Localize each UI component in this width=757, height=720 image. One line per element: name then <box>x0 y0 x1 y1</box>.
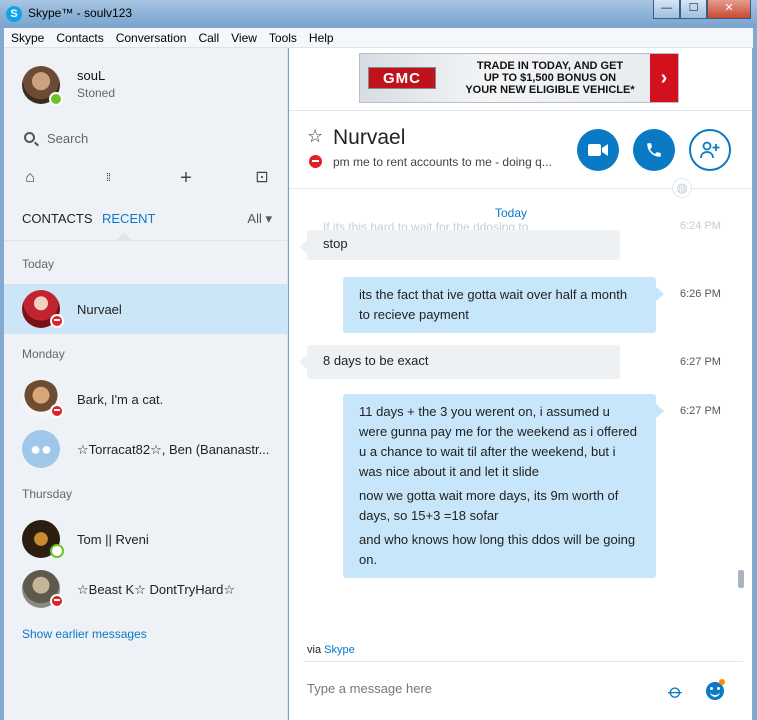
message-bubble-incoming[interactable]: stop <box>299 230 620 260</box>
paperclip-icon[interactable]: ⌀ <box>663 678 689 704</box>
menu-help[interactable]: Help <box>303 28 340 47</box>
section-label-monday: Monday <box>22 347 65 361</box>
message-text: 11 days + the 3 you werent on, i assumed… <box>359 404 637 479</box>
divider <box>289 110 752 111</box>
video-call-button[interactable] <box>577 129 619 171</box>
profile-mood[interactable]: Stoned <box>77 86 115 100</box>
window-title: Skype™ - soulv123 <box>28 6 133 20</box>
dnd-status-icon <box>50 404 64 418</box>
add-person-icon <box>700 141 720 159</box>
tab-recent[interactable]: RECENT <box>102 211 155 226</box>
menu-contacts[interactable]: Contacts <box>50 28 109 47</box>
message-timestamp: 6:24 PM <box>680 220 721 232</box>
contact-item-group[interactable]: ●● ☆Torracat82☆, Ben (Bananastr... <box>4 424 288 474</box>
via-skype-link[interactable]: Skype <box>324 644 355 656</box>
menu-tools[interactable]: Tools <box>263 28 303 47</box>
maximize-button[interactable]: ☐ <box>680 0 707 19</box>
contact-tabs: CONTACTS RECENT All ▾ <box>22 211 272 229</box>
contact-item-beast[interactable]: ☆Beast K☆ DontTryHard☆ <box>4 564 288 614</box>
minimize-button[interactable]: — <box>653 0 680 19</box>
skype-logo-icon: S <box>6 6 22 22</box>
filter-dropdown[interactable]: All ▾ <box>247 211 272 227</box>
message-timestamp: 6:27 PM <box>680 356 721 368</box>
dnd-status-icon <box>50 594 64 608</box>
conversation-mood: pm me to rent accounts to me - doing q..… <box>333 155 552 169</box>
menu-view[interactable]: View <box>225 28 263 47</box>
phone-icon <box>647 143 661 157</box>
add-contact-icon[interactable]: + <box>176 168 196 188</box>
home-icon[interactable]: ⌂ <box>20 168 40 188</box>
section-label-thursday: Thursday <box>22 487 73 501</box>
message-timestamp: 6:27 PM <box>680 405 721 417</box>
audio-call-button[interactable] <box>633 129 675 171</box>
sidebar: souL Stoned Search ⌂ ⁞⁞ + ⊡ CONTACTS REC… <box>4 48 288 720</box>
message-text: 8 days to be exact <box>323 353 429 368</box>
offline-status-icon <box>50 544 64 558</box>
chevron-right-icon[interactable]: › <box>650 54 678 102</box>
conversation-title[interactable]: Nurvael <box>333 126 405 150</box>
message-timestamp: 6:26 PM <box>680 288 721 300</box>
bot-icon[interactable]: ⊡ <box>252 168 272 188</box>
ad-brand-logo: GMC <box>368 67 436 89</box>
message-bubble-outgoing[interactable]: 11 days + the 3 you werent on, i assumed… <box>343 394 664 578</box>
show-earlier-link[interactable]: Show earlier messages <box>22 627 147 641</box>
contact-name: ☆Torracat82☆, Ben (Bananastr... <box>77 442 270 457</box>
message-text: now we gotta wait more days, its 9m wort… <box>359 488 619 523</box>
dnd-status-icon <box>50 314 64 328</box>
contact-name: Tom || Rveni <box>77 532 149 547</box>
message-text: and who knows how long this ddos will be… <box>359 532 636 567</box>
ad-text: TRADE IN TODAY, AND GET UP TO $1,500 BON… <box>465 60 635 96</box>
ad-banner[interactable]: GMC TRADE IN TODAY, AND GET UP TO $1,500… <box>359 53 679 103</box>
contact-item-tom[interactable]: Tom || Rveni <box>4 514 288 564</box>
tab-contacts[interactable]: CONTACTS <box>22 211 93 226</box>
message-bubble-incoming[interactable]: 8 days to be exact <box>299 345 620 379</box>
online-status-icon <box>49 92 63 106</box>
close-button[interactable]: ✕ <box>707 0 751 19</box>
contact-item-nurvael[interactable]: Nurvael <box>4 284 288 334</box>
message-text: stop <box>323 236 348 251</box>
group-avatar-icon: ●● <box>22 430 60 468</box>
contact-name: ☆Beast K☆ DontTryHard☆ <box>77 582 236 597</box>
menu-skype[interactable]: Skype <box>4 28 50 47</box>
sidebar-toolbar: ⌂ ⁞⁞ + ⊡ <box>4 168 288 190</box>
add-participant-button[interactable] <box>689 129 731 171</box>
contact-name: Nurvael <box>77 302 122 317</box>
message-history[interactable]: Today If its this hard to wait for the d… <box>289 198 752 638</box>
menu-bar: Skype Contacts Conversation Call View To… <box>4 28 753 48</box>
via-label: via Skype <box>307 644 355 656</box>
window-frame-right <box>752 28 757 720</box>
divider <box>303 661 743 662</box>
globe-icon[interactable]: ◍ <box>672 178 692 198</box>
message-input[interactable]: Type a message here <box>307 681 432 696</box>
star-icon[interactable]: ☆ <box>307 126 323 147</box>
dialpad-icon[interactable]: ⁞⁞ <box>98 168 118 188</box>
search-label: Search <box>47 131 89 146</box>
scrollbar-thumb[interactable] <box>738 570 744 588</box>
divider <box>4 240 288 241</box>
via-prefix: via <box>307 644 325 656</box>
message-bubble-outgoing[interactable]: its the fact that ive gotta wait over ha… <box>343 277 664 333</box>
video-camera-icon <box>588 144 608 156</box>
profile-name: souL <box>77 68 106 83</box>
date-separator: Today <box>495 206 528 220</box>
menu-conversation[interactable]: Conversation <box>110 28 193 47</box>
message-text: its the fact that ive gotta wait over ha… <box>359 287 628 322</box>
emoticon-badge <box>719 679 725 685</box>
conversation-pane: GMC TRADE IN TODAY, AND GET UP TO $1,500… <box>289 48 752 720</box>
menu-call[interactable]: Call <box>192 28 225 47</box>
contact-item-bark[interactable]: Bark, I'm a cat. <box>4 374 288 424</box>
search-icon <box>24 132 35 143</box>
title-bar: S Skype™ - soulv123 — ☐ ✕ <box>0 0 757 28</box>
section-label-today: Today <box>22 257 55 271</box>
dnd-status-icon <box>309 155 322 168</box>
tab-indicator <box>116 232 132 240</box>
window-controls: — ☐ ✕ <box>653 0 751 20</box>
contact-name: Bark, I'm a cat. <box>77 392 164 407</box>
